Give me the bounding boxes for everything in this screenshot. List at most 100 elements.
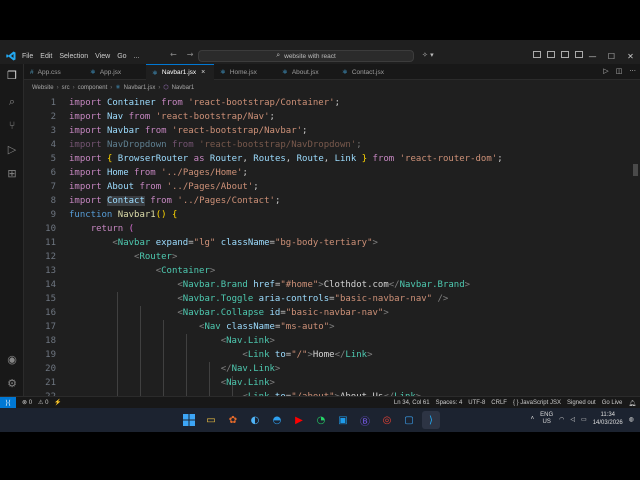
- wifi-icon[interactable]: ◠: [559, 416, 564, 423]
- run-debug-icon[interactable]: ▷: [6, 144, 18, 156]
- signed-out-status[interactable]: Signed out: [567, 400, 596, 406]
- command-center-search[interactable]: ⌕ website with react: [198, 50, 414, 62]
- menu-more[interactable]: ...: [134, 53, 140, 60]
- clock[interactable]: 11:34 14/03/2026: [593, 411, 623, 427]
- code-editor[interactable]: 1 import Container from 'react-bootstrap/…: [24, 96, 630, 432]
- react-file-icon: ⚛: [282, 69, 288, 76]
- more-actions-icon[interactable]: ···: [629, 67, 636, 75]
- menu-view[interactable]: View: [95, 53, 110, 60]
- close-tab-icon[interactable]: ×: [201, 69, 205, 76]
- code-text: import { BrowserRouter as Router, Routes…: [69, 154, 503, 164]
- taskbar-apps: ▭ ✿ ◐ ◓ ▶ ◔ ▣ Ⓑ ◎ ▢ ⟩: [180, 411, 440, 429]
- chevron-right-icon: ›: [110, 84, 113, 91]
- edge-browser-icon[interactable]: ◐: [246, 411, 264, 429]
- tab-label: App.css: [37, 68, 61, 76]
- breadcrumb-item[interactable]: component: [78, 85, 108, 91]
- tab-navbar1-jsx[interactable]: ⚛ Navbar1.jsx ×: [146, 64, 214, 80]
- errors-count[interactable]: ⊗ 0: [22, 399, 32, 406]
- code-text: import Contact from '../Pages/Contact';: [69, 196, 281, 206]
- chevron-right-icon: ›: [158, 84, 161, 91]
- minimize-icon[interactable]: —: [583, 48, 602, 64]
- close-window-icon[interactable]: ✕: [621, 48, 640, 64]
- copilot-app-icon[interactable]: ✿: [224, 411, 242, 429]
- tab-app-jsx[interactable]: ⚛ App.jsx: [84, 64, 146, 80]
- maximize-icon[interactable]: ☐: [602, 48, 621, 64]
- code-text: <Nav.Link>: [220, 336, 275, 346]
- toggle-secondary-sidebar-icon[interactable]: [561, 51, 569, 58]
- notifications-bell-icon[interactable]: 🔔︎: [628, 400, 636, 407]
- editor-tabs: # App.css ⚛ App.jsx ⚛ Navbar1.jsx × ⚛ Ho…: [24, 64, 640, 80]
- breadcrumb-item[interactable]: Navbar1: [172, 85, 195, 91]
- react-file-icon: ⚛: [342, 69, 348, 76]
- bootstrap-icon[interactable]: Ⓑ: [356, 411, 374, 429]
- tab-label: Home.jsx: [229, 68, 257, 76]
- breadcrumb-item[interactable]: Navbar1.jsx: [124, 85, 156, 91]
- language-indicator[interactable]: ENG US: [540, 412, 553, 426]
- battery-icon[interactable]: ▭: [581, 416, 587, 423]
- tab-contact-jsx[interactable]: ⚛ Contact.jsx: [336, 64, 402, 80]
- extensions-icon[interactable]: ⊞: [6, 168, 18, 180]
- encoding[interactable]: UTF-8: [468, 400, 485, 406]
- youtube-icon[interactable]: ▶: [290, 411, 308, 429]
- end-of-line[interactable]: CRLF: [491, 400, 507, 406]
- menu-file[interactable]: File: [22, 53, 33, 60]
- code-text: function Navbar1() {: [69, 210, 178, 220]
- vscode-taskbar-icon[interactable]: ⟩: [422, 411, 440, 429]
- copilot-icon[interactable]: ✧ ▾: [422, 51, 434, 59]
- css-file-icon: #: [30, 68, 34, 76]
- code-text: import NavDropdown from 'react-bootstrap…: [69, 140, 362, 150]
- chevron-up-icon[interactable]: ˄: [531, 416, 535, 422]
- forward-arrow-icon[interactable]: →: [187, 50, 194, 59]
- code-text: import About from '../Pages/About';: [69, 182, 259, 192]
- layout-controls: [533, 51, 583, 58]
- windows-start-icon[interactable]: [180, 411, 198, 429]
- vertical-scrollbar[interactable]: [633, 164, 638, 176]
- toggle-panel-icon[interactable]: [547, 51, 555, 58]
- tab-about-jsx[interactable]: ⚛ About.jsx: [276, 64, 336, 80]
- tab-home-jsx[interactable]: ⚛ Home.jsx: [214, 64, 276, 80]
- run-icon[interactable]: ▷: [603, 67, 608, 75]
- menu-go[interactable]: Go: [117, 53, 126, 60]
- vscode-window: ⊞ ◇ File Edit Selection View Go ... ← → …: [0, 40, 640, 432]
- windows-taskbar: ▭ ✿ ◐ ◓ ▶ ◔ ▣ Ⓑ ◎ ▢ ⟩ ˄ ENG US ◠ ◁ ▭ 11:…: [0, 408, 640, 432]
- remote-indicator[interactable]: ⟩⟨: [0, 396, 16, 409]
- customize-layout-icon[interactable]: [575, 51, 583, 58]
- go-live-button[interactable]: Go Live: [602, 400, 623, 406]
- menu-edit[interactable]: Edit: [40, 53, 52, 60]
- indentation[interactable]: Spaces: 4: [436, 400, 463, 406]
- whatsapp-icon[interactable]: ◔: [312, 411, 330, 429]
- menu-selection[interactable]: Selection: [59, 53, 88, 60]
- vscode-logo-icon: [6, 51, 16, 61]
- react-file-icon: ⚛: [220, 69, 226, 76]
- volume-icon[interactable]: ◁: [570, 416, 575, 423]
- chrome-icon[interactable]: ◎: [378, 411, 396, 429]
- photos-icon[interactable]: ▣: [334, 411, 352, 429]
- split-editor-icon[interactable]: ◫: [616, 67, 623, 75]
- file-explorer-icon[interactable]: ▭: [202, 411, 220, 429]
- tab-app-css[interactable]: # App.css: [24, 64, 84, 80]
- warnings-count[interactable]: ⚠ 0: [38, 399, 48, 406]
- explorer-icon[interactable]: ❐: [6, 70, 18, 82]
- store-icon[interactable]: ◓: [268, 411, 286, 429]
- editor-actions: ▷ ◫ ···: [603, 67, 636, 75]
- account-icon[interactable]: ◉: [6, 354, 18, 366]
- notification-icon[interactable]: ◍: [629, 416, 634, 423]
- breadcrumb-item[interactable]: Website: [32, 85, 54, 91]
- app-icon[interactable]: ▢: [400, 411, 418, 429]
- language-mode[interactable]: { } JavaScript JSX: [513, 400, 561, 406]
- manage-gear-icon[interactable]: ⚙: [6, 378, 18, 390]
- code-text: <Navbar.Toggle aria-controls="basic-navb…: [177, 294, 449, 304]
- symbol-icon: ⬡: [163, 85, 169, 91]
- search-icon[interactable]: ⌕: [6, 96, 18, 108]
- toggle-primary-sidebar-icon[interactable]: [533, 51, 541, 58]
- react-file-icon: ⚛: [152, 69, 158, 77]
- tab-label: About.jsx: [291, 68, 319, 76]
- breadcrumb-item[interactable]: src: [62, 85, 70, 91]
- title-bar: File Edit Selection View Go ... ← → ⌕ we…: [0, 48, 640, 64]
- source-control-icon[interactable]: ⑂: [6, 120, 18, 132]
- back-arrow-icon[interactable]: ←: [170, 50, 177, 59]
- search-icon: ⌕: [276, 52, 281, 59]
- ports-icon[interactable]: ⚡: [54, 399, 61, 406]
- cursor-position[interactable]: Ln 34, Col 61: [394, 400, 430, 406]
- tab-label: App.jsx: [99, 68, 122, 76]
